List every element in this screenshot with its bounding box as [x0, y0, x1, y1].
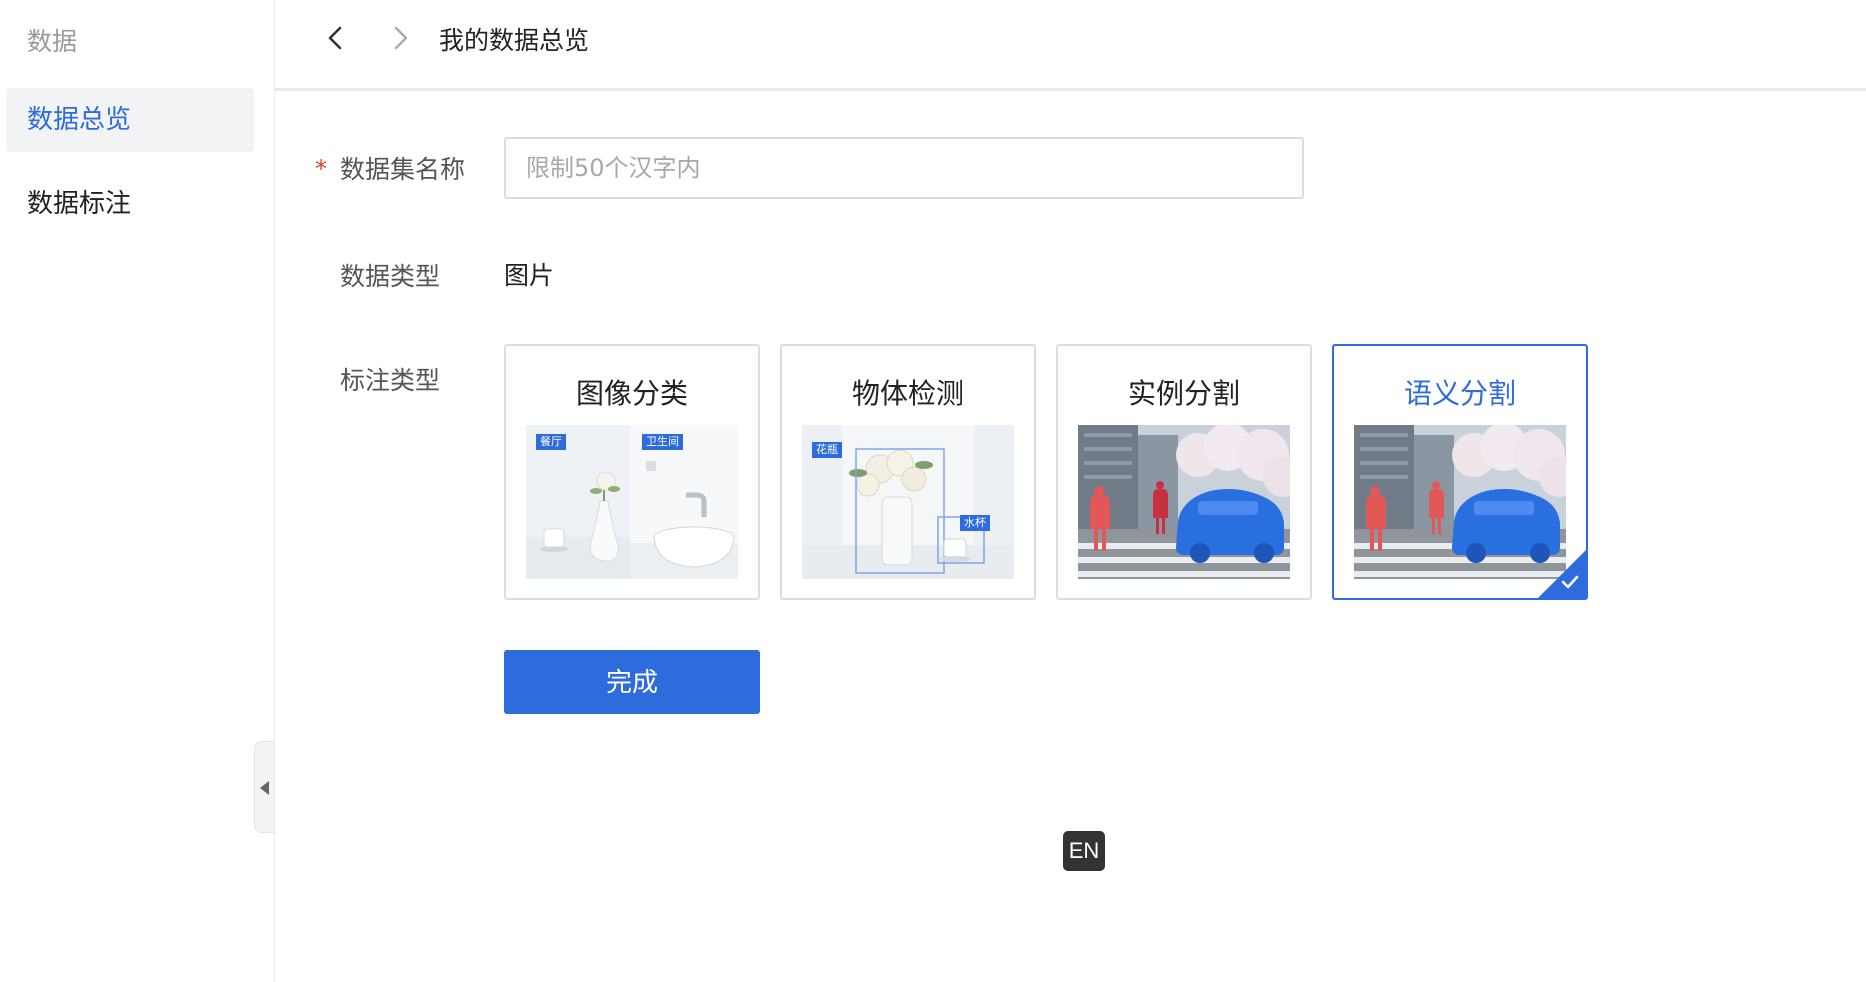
image-tag-restaurant: 餐厅: [536, 434, 566, 450]
image-tag-bathroom: 卫生间: [642, 434, 683, 450]
dataset-name-input[interactable]: [504, 137, 1304, 199]
image-classification-illustration: 餐厅 卫生间: [526, 425, 738, 579]
sidebar: 数据 数据总览 数据标注: [0, 0, 275, 982]
page-title: 我的数据总览: [439, 26, 590, 55]
sidebar-collapse-handle[interactable]: [254, 741, 274, 833]
object-detection-illustration: 花瓶 水杯: [802, 425, 1014, 579]
dataset-name-label: 数据集名称: [340, 155, 466, 184]
annotation-option-object-detection[interactable]: 物体检测 花瓶 水杯: [780, 344, 1036, 600]
sidebar-item-label: 数据总览: [27, 105, 132, 135]
sidebar-title: 数据: [27, 27, 78, 56]
image-tag-vase: 花瓶: [812, 442, 842, 458]
chevron-right-icon: [394, 26, 408, 50]
annotation-option-instance-segmentation[interactable]: 实例分割: [1056, 344, 1312, 600]
language-switch-badge[interactable]: EN: [1063, 831, 1105, 871]
sidebar-item-label: 数据标注: [27, 189, 132, 219]
semantic-segmentation-street-image: [1354, 425, 1566, 579]
chevron-left-icon: [328, 26, 342, 50]
instance-segmentation-illustration: [1078, 425, 1290, 579]
card-title: 语义分割: [1403, 377, 1516, 410]
header: 我的数据总览: [275, 0, 1866, 91]
image-tag-cup: 水杯: [960, 515, 990, 531]
annotation-option-image-classification[interactable]: 图像分类 餐厅 卫生间: [504, 344, 760, 600]
instance-segmentation-street-image: [1078, 425, 1290, 579]
semantic-segmentation-illustration: [1354, 425, 1566, 579]
card-title: 实例分割: [1127, 377, 1240, 410]
finish-button[interactable]: 完成: [504, 650, 760, 714]
forward-button[interactable]: [380, 18, 420, 58]
card-title: 物体检测: [851, 377, 964, 410]
sidebar-item-data-annotation[interactable]: 数据标注: [6, 172, 254, 236]
annotation-type-label: 标注类型: [340, 366, 441, 395]
data-type-label: 数据类型: [340, 262, 441, 291]
required-mark: *: [315, 155, 327, 183]
checkmark-icon: [1561, 575, 1579, 589]
annotation-option-semantic-segmentation[interactable]: 语义分割: [1332, 344, 1588, 600]
card-title: 图像分类: [575, 377, 688, 410]
sidebar-item-data-overview[interactable]: 数据总览: [6, 88, 254, 152]
back-button[interactable]: [316, 18, 356, 58]
caret-left-icon: [260, 781, 269, 795]
data-type-value: 图片: [504, 261, 555, 290]
